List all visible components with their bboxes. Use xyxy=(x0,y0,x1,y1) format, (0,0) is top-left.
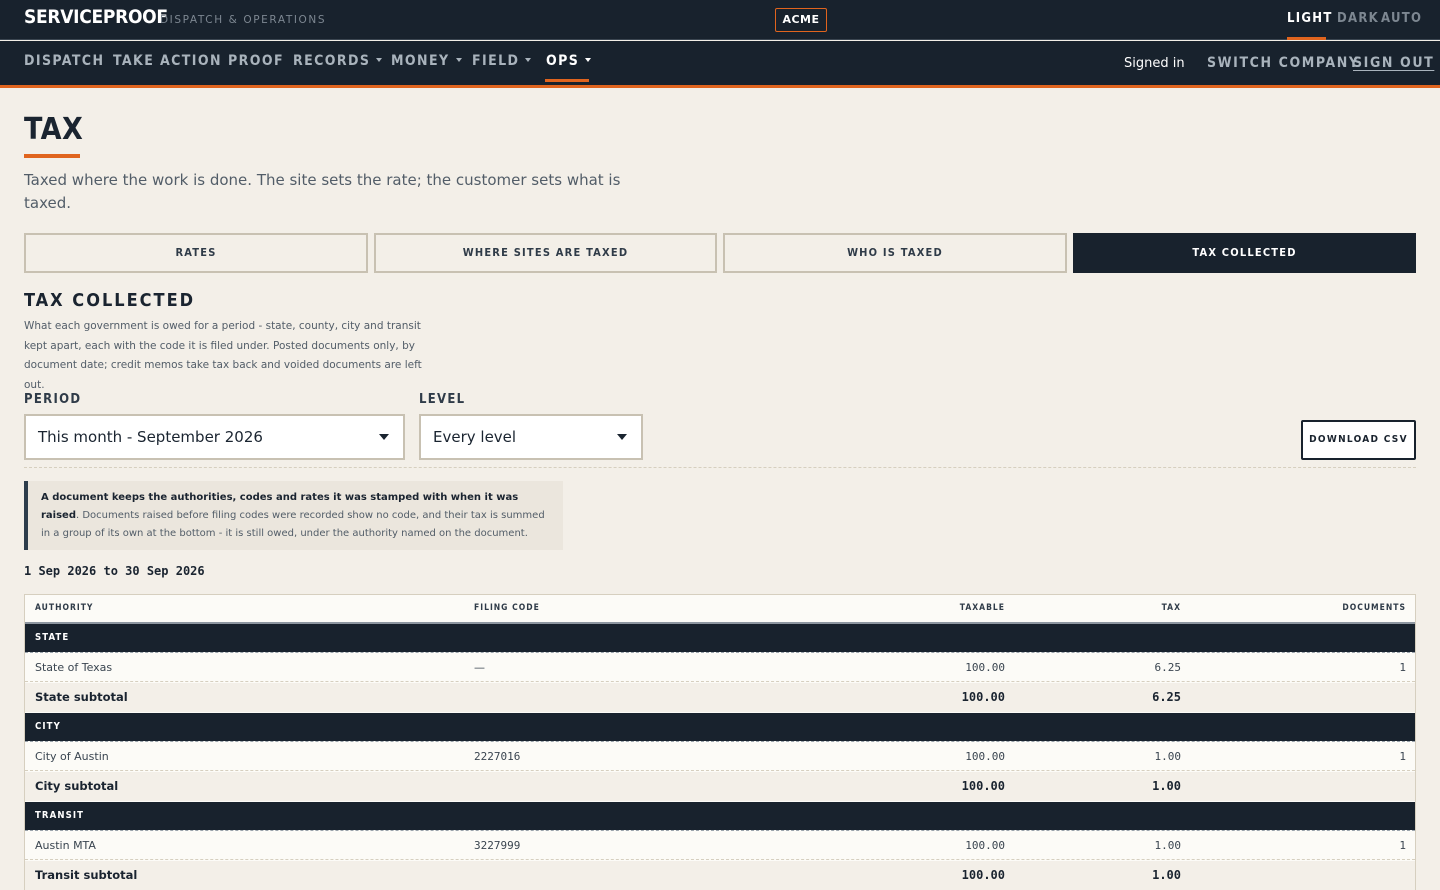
subtotal-taxable: 100.00 xyxy=(961,868,1005,882)
tab-rates[interactable]: RATES xyxy=(24,233,368,273)
nav-proof[interactable]: PROOF xyxy=(228,53,284,69)
group-name: CITY xyxy=(35,721,61,732)
taxable-cell: 100.00 xyxy=(965,750,1005,763)
nav-label: PROOF xyxy=(228,53,284,69)
subtotal-label: State subtotal xyxy=(35,690,128,704)
table-row[interactable]: Austin MTA 3227999 100.00 1.00 1 xyxy=(25,830,1415,860)
sign-out-link[interactable]: SIGN OUT xyxy=(1353,55,1434,71)
note-text: . Documents raised before filing codes w… xyxy=(41,510,545,539)
main-nav: DISPATCH TAKE ACTION PROOF RECORDS MONEY… xyxy=(0,41,1440,86)
section-description: What each government is owed for a perio… xyxy=(24,320,422,391)
group-header-city: CITY xyxy=(25,713,1415,742)
group-header-transit: TRANSIT xyxy=(25,802,1415,831)
group-header-state: STATE xyxy=(25,624,1415,653)
tax-collected-table: AUTHORITY FILING CODE TAXABLE TAX DOCUME… xyxy=(24,594,1416,890)
col-filing-code[interactable]: FILING CODE xyxy=(474,603,540,613)
chevron-down-icon xyxy=(525,57,532,62)
nav-records[interactable]: RECORDS xyxy=(293,53,383,69)
nav-ops[interactable]: OPS xyxy=(546,53,592,69)
documents-cell[interactable]: 1 xyxy=(1399,750,1406,763)
level-value: Every level xyxy=(433,428,517,446)
divider xyxy=(24,467,1416,468)
subtotal-taxable: 100.00 xyxy=(961,690,1005,704)
table-header: AUTHORITY FILING CODE TAXABLE TAX DOCUME… xyxy=(25,595,1415,624)
taxable-cell: 100.00 xyxy=(965,661,1005,674)
period-label: PERIOD xyxy=(24,392,82,407)
active-nav-indicator xyxy=(545,79,589,82)
subtotal-label: Transit subtotal xyxy=(35,868,138,882)
filing-code-cell: 3227999 xyxy=(474,839,521,852)
nav-money[interactable]: MONEY xyxy=(391,53,462,69)
documents-cell[interactable]: 1 xyxy=(1399,839,1406,852)
tax-cell: 1.00 xyxy=(1154,750,1182,763)
theme-auto-button[interactable]: AUTO xyxy=(1381,11,1422,26)
table-row[interactable]: State of Texas — 100.00 6.25 1 xyxy=(25,652,1415,682)
level-label: LEVEL xyxy=(419,392,466,407)
filing-code-cell: 2227016 xyxy=(474,750,521,763)
authority-cell: City of Austin xyxy=(35,750,109,763)
subtotal-row: City subtotal 100.00 1.00 xyxy=(25,772,1415,801)
theme-light-button[interactable]: LIGHT xyxy=(1287,11,1333,26)
nav-field[interactable]: FIELD xyxy=(472,53,532,69)
subtotal-row: State subtotal 100.00 6.25 xyxy=(25,683,1415,712)
top-bar: SERVICEPROOF DISPATCH & OPERATIONS ACME … xyxy=(0,0,1440,40)
brand-logo[interactable]: SERVICEPROOF xyxy=(24,6,168,28)
tab-who-is-taxed[interactable]: WHO IS TAXED xyxy=(723,233,1067,273)
title-underline xyxy=(24,154,80,158)
period-value: This month - September 2026 xyxy=(38,428,263,446)
chevron-down-icon xyxy=(617,434,627,440)
chevron-down-icon xyxy=(379,434,389,440)
nav-label: DISPATCH xyxy=(24,53,105,69)
chevron-down-icon xyxy=(455,57,462,62)
documents-cell[interactable]: 1 xyxy=(1399,661,1406,674)
authority-cell: State of Texas xyxy=(35,661,113,674)
chevron-down-icon xyxy=(585,57,592,62)
tab-where-sites-are-taxed[interactable]: WHERE SITES ARE TAXED xyxy=(374,233,717,273)
nav-label: OPS xyxy=(546,53,580,69)
info-note: A document keeps the authorities, codes … xyxy=(24,481,563,550)
group-name: TRANSIT xyxy=(35,810,85,821)
level-select[interactable]: Every level xyxy=(419,414,643,460)
subtotal-tax: 6.25 xyxy=(1152,690,1181,704)
taxable-cell: 100.00 xyxy=(965,839,1005,852)
company-badge[interactable]: ACME xyxy=(775,8,827,32)
nav-accent-rule xyxy=(0,85,1440,88)
nav-label: TAKE ACTION xyxy=(113,53,222,69)
tab-tax-collected[interactable]: TAX COLLECTED xyxy=(1073,233,1416,273)
col-tax[interactable]: TAX xyxy=(1162,603,1181,613)
signed-in-status: Signed in xyxy=(1124,56,1185,71)
subtotal-label: City subtotal xyxy=(35,779,119,793)
tax-cell: 1.00 xyxy=(1154,839,1182,852)
page-subtitle: Taxed where the work is done. The site s… xyxy=(24,171,621,212)
period-select[interactable]: This month - September 2026 xyxy=(24,414,405,460)
subtotal-tax: 1.00 xyxy=(1152,868,1181,882)
nav-dispatch[interactable]: DISPATCH xyxy=(24,53,104,69)
col-taxable[interactable]: TAXABLE xyxy=(960,603,1005,613)
period-range: 1 Sep 2026 to 30 Sep 2026 xyxy=(24,564,205,578)
active-theme-indicator xyxy=(1287,37,1326,40)
theme-dark-button[interactable]: DARK xyxy=(1337,11,1379,26)
table-row[interactable]: City of Austin 2227016 100.00 1.00 1 xyxy=(25,741,1415,771)
brand-tagline: DISPATCH & OPERATIONS xyxy=(160,14,327,26)
nav-label: FIELD xyxy=(472,53,520,69)
tax-cell: 6.25 xyxy=(1154,661,1182,674)
subtotal-tax: 1.00 xyxy=(1152,779,1181,793)
switch-company-link[interactable]: SWITCH COMPANY xyxy=(1207,55,1360,71)
section-title: TAX COLLECTED xyxy=(24,290,196,311)
subtotal-taxable: 100.00 xyxy=(961,779,1005,793)
chevron-down-icon xyxy=(376,57,383,62)
authority-cell: Austin MTA xyxy=(35,839,96,852)
nav-label: RECORDS xyxy=(293,53,371,69)
nav-label: MONEY xyxy=(391,53,450,69)
subtotal-row: Transit subtotal 100.00 1.00 xyxy=(25,861,1415,890)
download-csv-button[interactable]: DOWNLOAD CSV xyxy=(1301,420,1416,460)
col-documents[interactable]: DOCUMENTS xyxy=(1342,603,1406,613)
filing-code-cell: — xyxy=(474,661,485,674)
nav-take-action[interactable]: TAKE ACTION xyxy=(113,53,222,69)
group-name: STATE xyxy=(35,632,70,643)
col-authority[interactable]: AUTHORITY xyxy=(35,603,93,613)
page-title: TAX xyxy=(24,112,84,147)
